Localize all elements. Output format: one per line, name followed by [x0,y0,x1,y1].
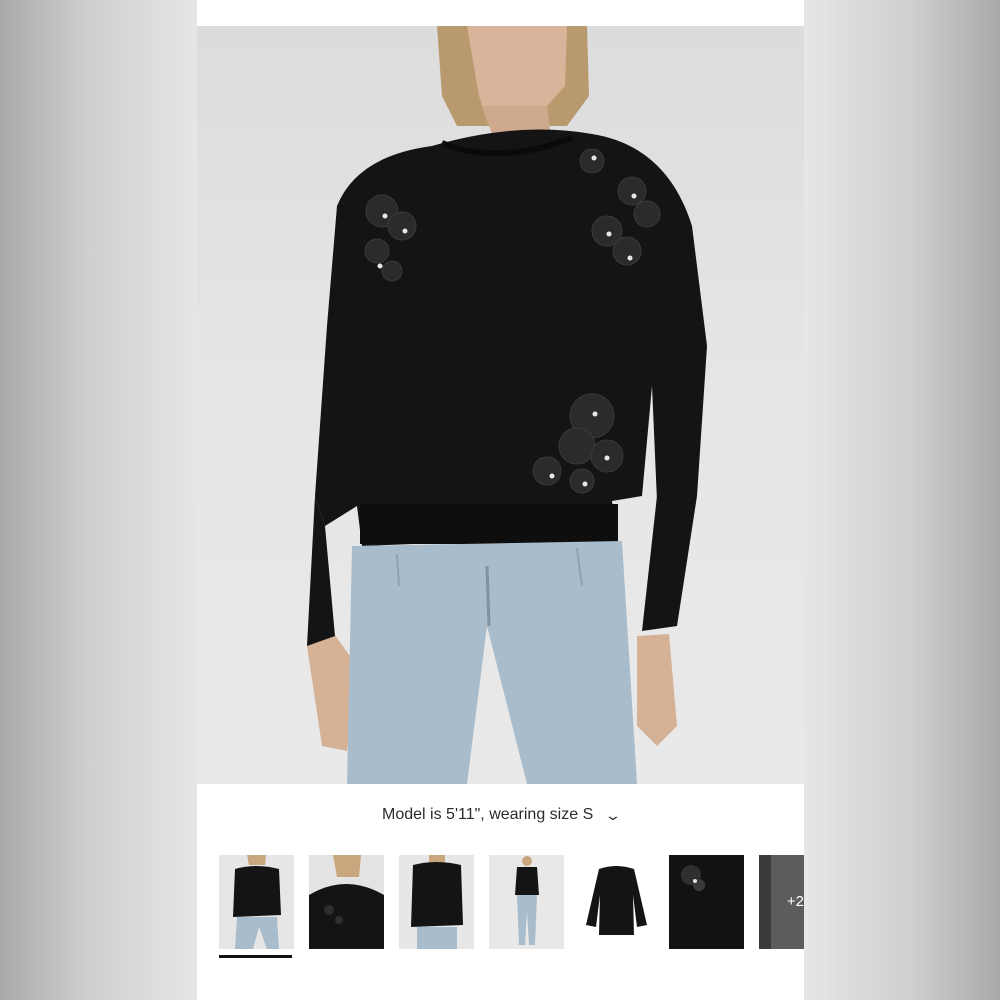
more-images-count: +2 [786,893,804,910]
right-blur-backdrop [804,0,1000,1000]
thumbnail-4[interactable] [489,855,564,949]
model-photo [307,26,707,784]
thumbnail-2[interactable] [309,855,384,949]
selected-thumbnail-indicator [219,955,292,958]
thumbnail-strip: +2 [219,855,804,949]
thumbnail-3[interactable] [399,855,474,949]
fit-caption-text: Model is 5'11", wearing size S [382,806,594,823]
thumbnail-more[interactable]: +2 [759,855,804,949]
sweater-shape [315,129,707,547]
left-blur-backdrop [0,0,197,1000]
chevron-down-icon[interactable]: ⌄ [604,807,622,824]
thumbnail-6[interactable] [669,855,744,949]
thumbnail-1[interactable] [219,855,294,949]
product-hero-image[interactable] [197,26,804,784]
product-page: Model is 5'11", wearing size S ⌄ +2 [197,0,804,1000]
thumbnail-5[interactable] [579,855,654,949]
fit-caption-row[interactable]: Model is 5'11", wearing size S ⌄ [197,800,804,830]
